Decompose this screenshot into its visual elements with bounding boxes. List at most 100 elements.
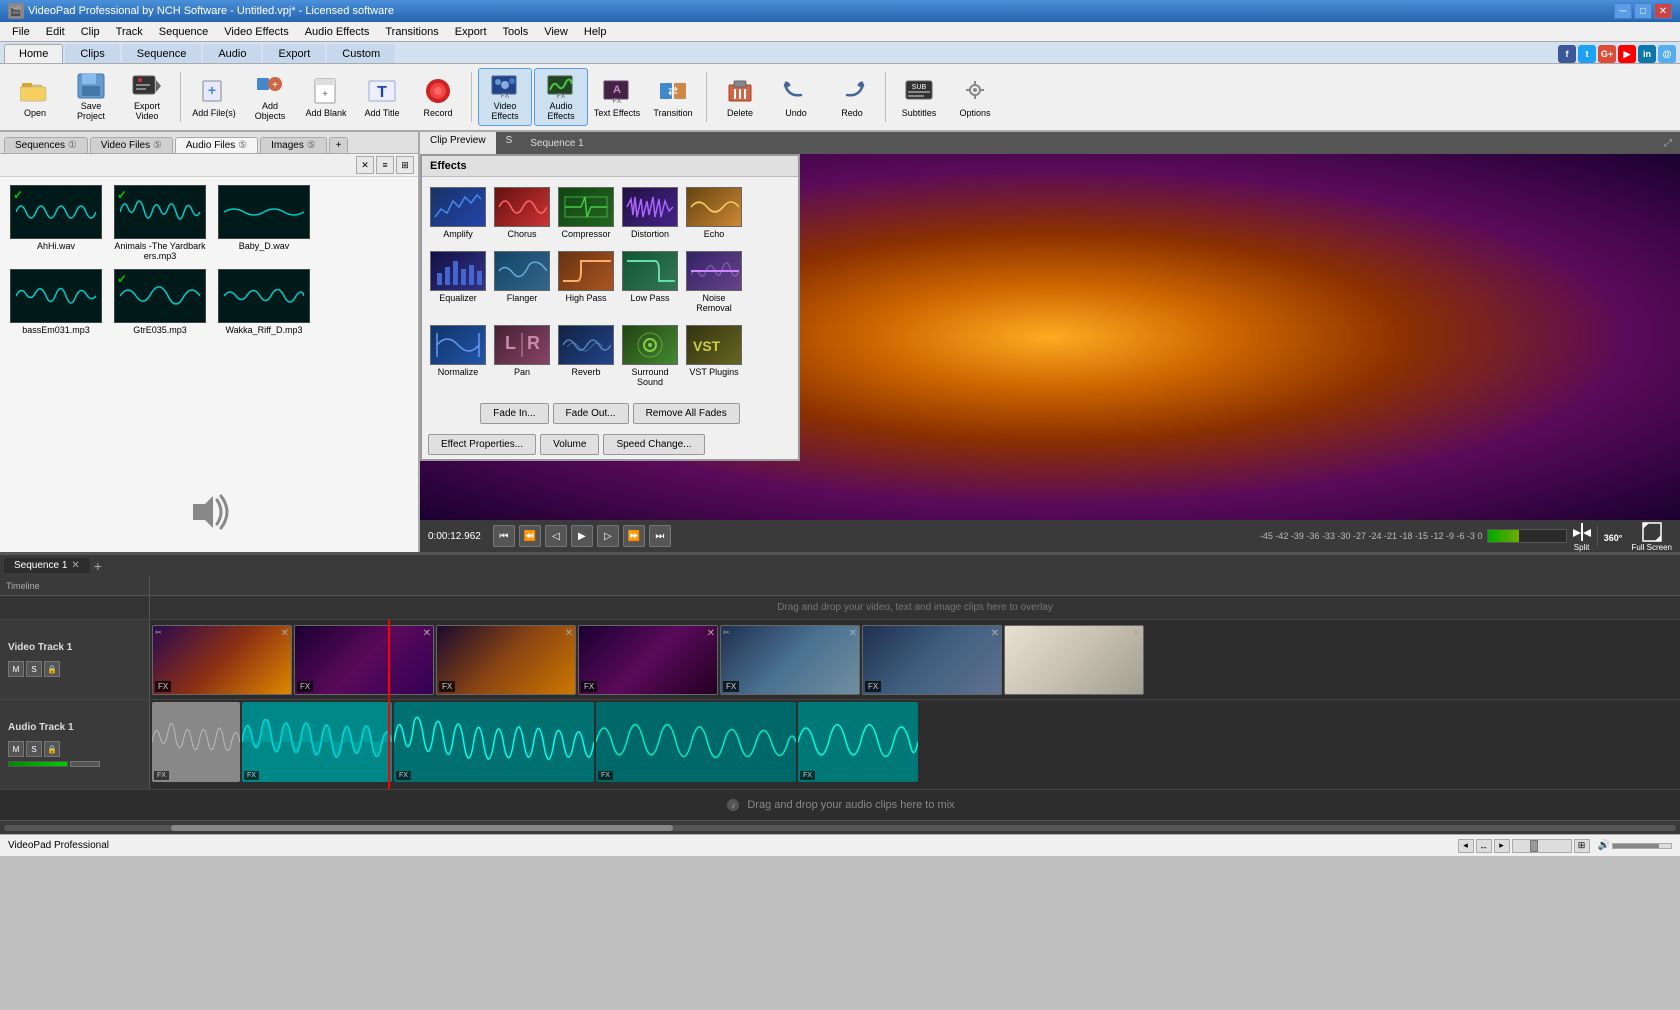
effect-pan[interactable]: LR Pan xyxy=(492,321,552,391)
step-forward-button[interactable]: ⏩ xyxy=(623,525,645,547)
effect-amplify[interactable]: Amplify xyxy=(428,183,488,243)
undo-button[interactable]: Undo xyxy=(769,68,823,126)
tab-clips[interactable]: Clips xyxy=(65,44,119,63)
audio-volume-slider[interactable] xyxy=(8,761,68,767)
subtitles-button[interactable]: SUB Subtitles xyxy=(892,68,946,126)
google-icon[interactable]: G+ xyxy=(1598,45,1616,63)
effect-normalize[interactable]: Normalize xyxy=(428,321,488,391)
effect-flanger[interactable]: Flanger xyxy=(492,247,552,317)
save-project-button[interactable]: Save Project xyxy=(64,68,118,126)
effect-noise-removal[interactable]: Noise Removal xyxy=(684,247,744,317)
delete-file-btn[interactable]: ✕ xyxy=(356,156,374,174)
list-view-btn[interactable]: ≡ xyxy=(376,156,394,174)
clip-delete-icon[interactable]: ✕ xyxy=(565,628,573,639)
record-button[interactable]: Record xyxy=(411,68,465,126)
zoom-fit-button[interactable]: ↔ xyxy=(1476,839,1492,853)
audio-pan-slider[interactable] xyxy=(70,761,100,767)
menu-file[interactable]: File xyxy=(4,24,38,40)
video-clip[interactable]: ✕ FX xyxy=(862,625,1002,695)
fade-out-button[interactable]: Fade Out... xyxy=(553,403,629,424)
menu-audio-effects[interactable]: Audio Effects xyxy=(297,24,378,40)
images-tab[interactable]: Images ⑤ xyxy=(260,137,327,153)
clip-delete-icon[interactable]: ✕ xyxy=(707,628,715,639)
video-clip[interactable]: ✕ FX xyxy=(436,625,576,695)
effect-properties-button[interactable]: Effect Properties... xyxy=(428,434,536,455)
audio-clip-teal[interactable]: FX xyxy=(242,702,392,782)
add-blank-button[interactable]: + Add Blank xyxy=(299,68,353,126)
tab-sequence[interactable]: Sequence xyxy=(122,44,202,63)
list-item[interactable]: ✓ Animals -The Yardbarkers.mp3 xyxy=(112,185,208,261)
tab-export[interactable]: Export xyxy=(263,44,325,63)
clip-delete-icon[interactable]: ✕ xyxy=(991,628,999,639)
linkedin-icon[interactable]: in xyxy=(1638,45,1656,63)
list-item[interactable]: ✓ AhHi.wav xyxy=(8,185,104,261)
video-clip[interactable]: ✕ FX ✂ xyxy=(152,625,292,695)
video-track-mute[interactable]: M xyxy=(8,661,24,677)
list-item[interactable]: bassEm031.mp3 xyxy=(8,269,104,335)
video-clip[interactable]: ✕ FX xyxy=(578,625,718,695)
menu-help[interactable]: Help xyxy=(576,24,615,40)
remove-all-fades-button[interactable]: Remove All Fades xyxy=(633,403,740,424)
export-video-button[interactable]: Export Video xyxy=(120,68,174,126)
zoom-in-button[interactable]: ▸ xyxy=(1494,839,1510,853)
effect-vst-plugins[interactable]: VST VST Plugins xyxy=(684,321,744,391)
transition-button[interactable]: ⇄ Transition xyxy=(646,68,700,126)
go-to-end-button[interactable]: ⏭ xyxy=(649,525,671,547)
scroll-track[interactable] xyxy=(4,825,1676,831)
share-icon[interactable]: @ xyxy=(1658,45,1676,63)
clip-delete-icon[interactable]: ✕ xyxy=(423,628,431,639)
fade-in-button[interactable]: Fade In... xyxy=(480,403,548,424)
twitter-icon[interactable]: t xyxy=(1578,45,1596,63)
menu-export[interactable]: Export xyxy=(447,24,495,40)
add-files-button[interactable]: + Add File(s) xyxy=(187,68,241,126)
maximize-button[interactable]: □ xyxy=(1634,3,1652,19)
audio-track-solo[interactable]: S xyxy=(26,741,42,757)
tab-home[interactable]: Home xyxy=(4,44,63,63)
facebook-icon[interactable]: f xyxy=(1558,45,1576,63)
effect-distortion[interactable]: Distortion xyxy=(620,183,680,243)
effect-surround-sound[interactable]: Surround Sound xyxy=(620,321,680,391)
video-clip[interactable]: ✕ xyxy=(1004,625,1144,695)
step-back-button[interactable]: ⏪ xyxy=(519,525,541,547)
volume-button[interactable]: Volume xyxy=(540,434,599,455)
add-tab-button[interactable]: + xyxy=(329,137,349,153)
menu-sequence[interactable]: Sequence xyxy=(151,24,217,40)
video-clip[interactable]: ✕ FX xyxy=(294,625,434,695)
menu-video-effects[interactable]: Video Effects xyxy=(216,24,296,40)
menu-clip[interactable]: Clip xyxy=(73,24,108,40)
add-objects-button[interactable]: + Add Objects xyxy=(243,68,297,126)
frame-back-button[interactable]: ◁ xyxy=(545,525,567,547)
sequence-1-tab[interactable]: Sequence 1 ✕ xyxy=(4,558,90,573)
clip-delete-icon[interactable]: ✕ xyxy=(849,628,857,639)
zoom-out-button[interactable]: ◂ xyxy=(1458,839,1474,853)
list-item[interactable]: Baby_D.wav xyxy=(216,185,312,261)
menu-edit[interactable]: Edit xyxy=(38,24,73,40)
timeline-scrollbar[interactable] xyxy=(0,820,1680,834)
grid-view-btn[interactable]: ⊞ xyxy=(396,156,414,174)
audio-track-lock[interactable]: 🔒 xyxy=(44,741,60,757)
effect-low-pass[interactable]: Low Pass xyxy=(620,247,680,317)
audio-effects-button[interactable]: FX Audio Effects xyxy=(534,68,588,126)
sequence-tab-preview[interactable]: S xyxy=(496,132,523,154)
master-volume-slider[interactable] xyxy=(1612,843,1672,849)
add-title-button[interactable]: T Add Title xyxy=(355,68,409,126)
menu-transitions[interactable]: Transitions xyxy=(377,24,446,40)
fullscreen-button[interactable]: Full Screen xyxy=(1632,521,1672,552)
redo-button[interactable]: Redo xyxy=(825,68,879,126)
effect-chorus[interactable]: Chorus xyxy=(492,183,552,243)
zoom-thumb[interactable] xyxy=(1530,840,1538,852)
audio-clip-grey[interactable]: FX xyxy=(152,702,240,782)
video-track-solo[interactable]: S xyxy=(26,661,42,677)
effect-high-pass[interactable]: High Pass xyxy=(556,247,616,317)
split-button[interactable]: Split xyxy=(1571,521,1593,552)
effect-equalizer[interactable]: Equalizer xyxy=(428,247,488,317)
tab-audio[interactable]: Audio xyxy=(203,44,261,63)
minimize-button[interactable]: ─ xyxy=(1614,3,1632,19)
video-clip[interactable]: ✕ FX ✂ xyxy=(720,625,860,695)
text-effects-button[interactable]: AFX Text Effects xyxy=(590,68,644,126)
audio-track-mute[interactable]: M xyxy=(8,741,24,757)
menu-track[interactable]: Track xyxy=(108,24,151,40)
video-track-lock[interactable]: 🔒 xyxy=(44,661,60,677)
go-to-start-button[interactable]: ⏮ xyxy=(493,525,515,547)
zoom-slider[interactable] xyxy=(1512,839,1572,853)
